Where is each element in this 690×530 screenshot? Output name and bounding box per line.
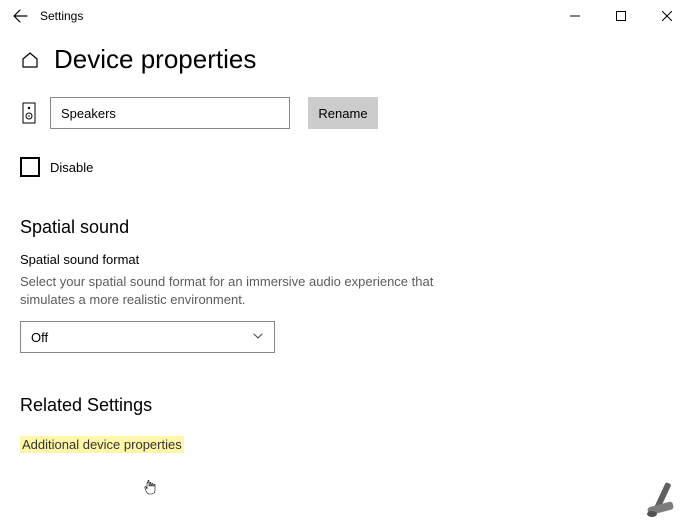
home-icon bbox=[20, 50, 40, 70]
spatial-section-title: Spatial sound bbox=[20, 217, 670, 238]
related-section-title: Related Settings bbox=[20, 395, 670, 416]
close-button[interactable] bbox=[644, 0, 690, 32]
maximize-icon bbox=[616, 11, 626, 21]
titlebar: Settings bbox=[0, 0, 690, 32]
spatial-format-label: Spatial sound format bbox=[20, 252, 670, 267]
minimize-icon bbox=[570, 11, 580, 21]
rename-button[interactable]: Rename bbox=[308, 97, 378, 129]
watermark-icon bbox=[638, 476, 686, 524]
back-button[interactable] bbox=[8, 4, 32, 28]
disable-label: Disable bbox=[50, 160, 93, 175]
window-controls bbox=[552, 0, 690, 32]
close-icon bbox=[662, 11, 672, 21]
arrow-left-icon bbox=[12, 8, 28, 24]
dropdown-value: Off bbox=[31, 330, 48, 345]
spatial-format-desc: Select your spatial sound format for an … bbox=[20, 273, 440, 309]
page-title: Device properties bbox=[54, 44, 256, 75]
additional-properties-link[interactable]: Additional device properties bbox=[20, 436, 184, 453]
device-name-input[interactable] bbox=[50, 97, 290, 129]
speaker-icon bbox=[20, 102, 38, 124]
device-name-row: Rename bbox=[20, 97, 670, 129]
home-button[interactable] bbox=[20, 50, 40, 70]
page-header: Device properties bbox=[20, 44, 670, 75]
cursor-hand-icon bbox=[142, 478, 158, 496]
maximize-button[interactable] bbox=[598, 0, 644, 32]
disable-checkbox[interactable] bbox=[20, 157, 40, 177]
disable-row: Disable bbox=[20, 157, 670, 177]
spatial-format-dropdown[interactable]: Off bbox=[20, 321, 275, 353]
window-title: Settings bbox=[40, 9, 83, 23]
minimize-button[interactable] bbox=[552, 0, 598, 32]
content-area: Device properties Rename Disable Spatial… bbox=[0, 32, 690, 453]
chevron-down-icon bbox=[252, 330, 264, 345]
